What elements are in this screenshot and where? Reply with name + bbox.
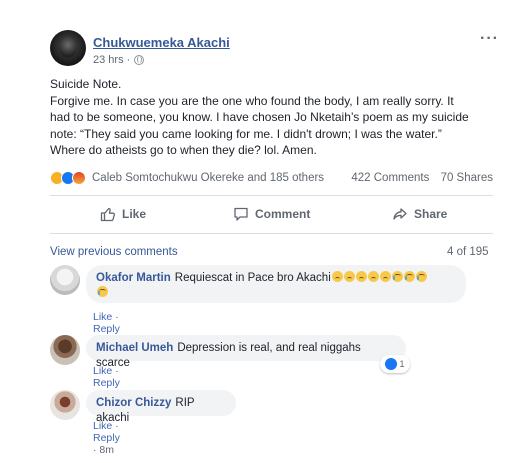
- post-line: note: “They said you came looking for me…: [50, 126, 442, 141]
- sad-emoji-icon: [367, 271, 379, 282]
- comment-actions: Like · Reply · 8m: [93, 420, 120, 456]
- reaction-icons[interactable]: [50, 171, 86, 185]
- share-button[interactable]: Share: [392, 206, 447, 222]
- comment-label: Comment: [255, 207, 311, 221]
- engagement-counts: 422 Comments 70 Shares: [343, 172, 493, 184]
- share-icon: [393, 208, 407, 220]
- sad-emoji-icon: [331, 271, 343, 282]
- post-line: had to be someone, you know. I have chos…: [50, 110, 469, 124]
- comment-reply-link[interactable]: Reply: [93, 377, 120, 389]
- post-line: Forgive me. In case you are the one who …: [50, 93, 454, 108]
- share-label: Share: [414, 207, 448, 221]
- post-header: Chukwuemeka Akachi 23 hrs · ···: [50, 30, 500, 70]
- commenter-name[interactable]: Michael Umeh: [96, 342, 173, 354]
- like-label: Like: [122, 207, 147, 221]
- divider: [50, 233, 493, 234]
- angry-reaction-icon: [72, 171, 86, 185]
- comment-icon: [234, 207, 248, 221]
- post-line: Where do atheists go to when they die? l…: [50, 143, 317, 157]
- crying-emoji-icon: [391, 271, 403, 282]
- comment-like-count[interactable]: 1: [380, 355, 410, 373]
- comments-pager: 4 of 195: [447, 246, 489, 258]
- sad-emoji-icon: [379, 271, 391, 282]
- crying-emoji-icon: [97, 286, 108, 297]
- crying-emoji-icon: [403, 271, 415, 282]
- commenter-name[interactable]: Chizor Chizzy: [96, 397, 171, 409]
- like-reaction-icon: [385, 358, 398, 370]
- author-avatar[interactable]: [50, 30, 86, 66]
- comment-reply-link[interactable]: Reply: [93, 323, 120, 335]
- globe-icon: [134, 55, 145, 65]
- view-previous-comments-link[interactable]: View previous comments: [50, 246, 178, 258]
- divider: [50, 195, 493, 196]
- post-actions: Like Comment Share: [50, 200, 493, 228]
- sad-emoji-icon: [355, 271, 367, 282]
- author-name[interactable]: Chukwuemeka Akachi: [93, 35, 230, 50]
- comment-bubble: Michael Umeh Depression is real, and real…: [86, 335, 406, 369]
- more-options-button[interactable]: ···: [480, 30, 499, 48]
- thumbs-up-icon: [100, 207, 115, 222]
- comment-text: Requiescat in Pace bro Akachi: [174, 272, 331, 284]
- comment-bubble: Chizor Chizzy RIP akachi: [86, 390, 236, 424]
- sad-emoji-icon: [343, 271, 355, 282]
- post-text: Suicide Note. Forgive me. In case you ar…: [50, 76, 490, 159]
- comment-bubble: Okafor Martin Requiescat in Pace bro Akac…: [86, 265, 466, 303]
- commenter-avatar[interactable]: [50, 335, 80, 365]
- comment-button[interactable]: Comment: [233, 206, 310, 222]
- commenter-avatar[interactable]: [50, 390, 80, 420]
- comment-like-link[interactable]: Like: [93, 311, 112, 323]
- post-line: Suicide Note.: [50, 77, 122, 91]
- crying-emoji-icon: [415, 271, 427, 282]
- comments-count[interactable]: 422 Comments: [351, 172, 429, 184]
- commenter-name[interactable]: Okafor Martin: [96, 272, 171, 284]
- shares-count[interactable]: 70 Shares: [441, 172, 493, 184]
- reactions-bar: Caleb Somtochukwu Okereke and 185 others…: [50, 171, 493, 187]
- commenter-avatar[interactable]: [50, 265, 80, 295]
- comment-reply-link[interactable]: Reply: [93, 432, 120, 444]
- reactors-summary[interactable]: Caleb Somtochukwu Okereke and 185 others: [92, 172, 324, 184]
- comment-like-link[interactable]: Like: [93, 365, 112, 377]
- comment-like-link[interactable]: Like: [93, 420, 112, 432]
- post-meta: 23 hrs ·: [93, 54, 145, 66]
- comment-time[interactable]: 8m: [99, 444, 114, 456]
- post-time[interactable]: 23 hrs ·: [93, 54, 130, 66]
- like-button[interactable]: Like: [100, 206, 146, 222]
